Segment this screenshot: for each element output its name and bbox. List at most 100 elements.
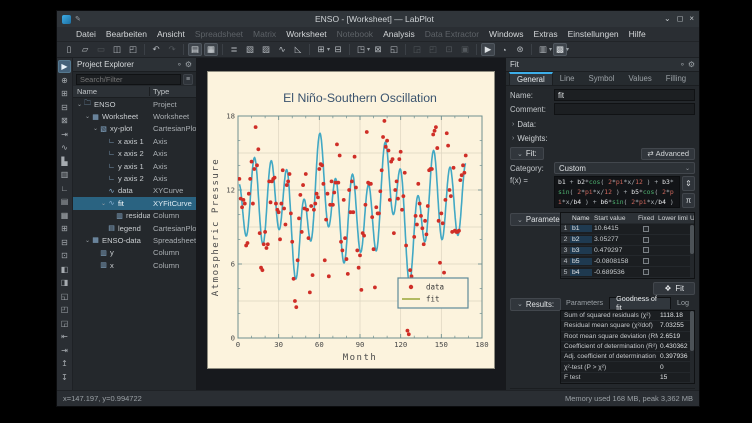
chevron-down-icon[interactable]: ⌄ bbox=[84, 113, 91, 120]
add-textlabel-icon[interactable]: ▦ bbox=[58, 209, 71, 222]
goodness-of-fit-table[interactable]: Sum of squared residuals (χ²)1118.18Resi… bbox=[560, 310, 695, 384]
comment-field[interactable] bbox=[554, 103, 695, 115]
zoom-fit-x-icon[interactable]: ◧ bbox=[58, 263, 71, 276]
add-xy-curve-icon[interactable]: ∿ bbox=[58, 141, 71, 154]
zoom-in-combo-icon[interactable]: ⊞ bbox=[314, 43, 328, 56]
filter-options-button[interactable]: ≡ bbox=[183, 74, 193, 85]
shift-up-icon[interactable]: ↥ bbox=[58, 357, 71, 370]
grid-icon[interactable]: ⊠ bbox=[371, 43, 385, 56]
tab-filling[interactable]: Filling bbox=[659, 72, 693, 85]
advanced-button[interactable]: ⇄ Advanced bbox=[641, 148, 695, 160]
menu-bearbeiten[interactable]: Bearbeiten bbox=[101, 29, 152, 39]
chevron-down-icon[interactable]: ⌄ bbox=[84, 237, 91, 244]
crosshair-icon[interactable]: ⊕ bbox=[58, 74, 71, 87]
export-icon[interactable]: ◰ bbox=[126, 43, 140, 56]
parameter-start-value[interactable]: -0.0808158 bbox=[592, 258, 636, 265]
parameter-name[interactable]: b3 bbox=[570, 247, 592, 254]
auto-scale-x-icon[interactable]: ◰ bbox=[58, 303, 71, 316]
run-fit-button[interactable]: ❖ Fit bbox=[653, 282, 695, 295]
parameter-name[interactable]: b4 bbox=[570, 269, 592, 276]
worksheet-sheet[interactable]: 0306090120150180061218El Niño-Southern O… bbox=[207, 71, 495, 369]
menu-hilfe[interactable]: Hilfe bbox=[624, 29, 651, 39]
auto-scale-icon[interactable]: ◱ bbox=[58, 290, 71, 303]
chevron-down-icon[interactable]: ▾ bbox=[367, 46, 370, 53]
zoom-out-icon[interactable]: ⊟ bbox=[58, 236, 71, 249]
fit-section-toggle[interactable]: ⌄ Fit: bbox=[510, 147, 544, 160]
shift-left-icon[interactable]: ⇤ bbox=[58, 330, 71, 343]
tree-item-legend[interactable]: ▤legendCartesianPlotLegend bbox=[73, 222, 196, 234]
zoom-fit-icon[interactable]: ⊡ bbox=[58, 249, 71, 262]
maximize-button[interactable]: ◻ bbox=[677, 14, 684, 24]
name-field[interactable] bbox=[554, 89, 695, 101]
shift-down-icon[interactable]: ↧ bbox=[58, 371, 71, 384]
minimize-button[interactable]: ⌄ bbox=[664, 14, 671, 24]
menu-windows[interactable]: Windows bbox=[484, 29, 528, 39]
tree-item-fit[interactable]: ⌄∿fitXYFitCurve bbox=[73, 197, 196, 209]
add-boxplot-icon[interactable]: ▥ bbox=[58, 168, 71, 181]
xy-plot[interactable]: 0306090120150180061218El Niño-Southern O… bbox=[208, 72, 494, 368]
close-button[interactable]: × bbox=[689, 14, 694, 24]
shift-right-icon[interactable]: ⇥ bbox=[58, 344, 71, 357]
menu-einstellungen[interactable]: Einstellungen bbox=[563, 29, 624, 39]
parameter-row-b2[interactable]: 2b23.05277 bbox=[561, 235, 694, 246]
add-info-icon[interactable]: ◺ bbox=[291, 43, 305, 56]
fixed-checkbox[interactable] bbox=[643, 258, 649, 264]
parameter-row-b1[interactable]: 1b110.6415 bbox=[561, 224, 694, 235]
chevron-down-icon[interactable]: ▾ bbox=[566, 46, 569, 53]
zoom-in-icon[interactable]: ⊞ bbox=[58, 222, 71, 235]
worksheet-view[interactable]: 0306090120150180061218El Niño-Southern O… bbox=[197, 58, 505, 390]
tree-item-x-axis-2[interactable]: ∟x axis 2Axis bbox=[73, 148, 196, 160]
tab-general[interactable]: General bbox=[509, 72, 553, 85]
cursor-tool-icon[interactable]: ⇥ bbox=[58, 128, 71, 141]
parameter-row-b4[interactable]: 5b4-0.689536 bbox=[561, 267, 694, 278]
chevron-down-icon[interactable]: ▾ bbox=[327, 46, 330, 53]
category-select[interactable]: Custom ⌄ bbox=[554, 162, 695, 174]
new-project-icon[interactable]: ▯ bbox=[62, 43, 76, 56]
zoom-x-select-icon[interactable]: ⊟ bbox=[58, 101, 71, 114]
chevron-down-icon[interactable]: ⌄ bbox=[92, 125, 99, 132]
results-section-toggle[interactable]: ⌄ Results: bbox=[510, 298, 561, 311]
chevron-down-icon[interactable]: ⌄ bbox=[76, 101, 83, 108]
search-input[interactable] bbox=[76, 74, 181, 85]
chevron-down-icon[interactable]: ⌄ bbox=[100, 200, 107, 207]
zoom-select-icon[interactable]: ⊞ bbox=[58, 87, 71, 100]
zoom-y-select-icon[interactable]: ⊠ bbox=[58, 114, 71, 127]
results-tab-parameters[interactable]: Parameters bbox=[560, 297, 609, 309]
color-scheme-combo-icon[interactable]: ▩ bbox=[553, 43, 567, 56]
parameter-row-b3[interactable]: 3b30.479297 bbox=[561, 246, 694, 257]
add-text-icon[interactable]: ▨ bbox=[259, 43, 273, 56]
pan-mode-icon[interactable]: ▦ bbox=[204, 43, 218, 56]
tree-item-x-axis-1[interactable]: ∟x axis 1Axis bbox=[73, 135, 196, 147]
formula-editor[interactable]: b1 + b2*cos( 2*pi*x/12 ) + b3*sin( 2*pi*… bbox=[554, 176, 680, 208]
theme-combo-icon[interactable]: ▥ bbox=[536, 43, 550, 56]
menu-analysis[interactable]: Analysis bbox=[378, 29, 420, 39]
settings-icon[interactable]: ⊛ bbox=[513, 43, 527, 56]
fixed-checkbox[interactable] bbox=[643, 269, 649, 275]
tree-item-y-axis-1[interactable]: ∟y axis 1Axis bbox=[73, 160, 196, 172]
add-legend-icon[interactable]: ▤ bbox=[58, 195, 71, 208]
select-mode-icon[interactable]: ▤ bbox=[188, 43, 202, 56]
tree-item-x[interactable]: ▥xColumn bbox=[73, 259, 196, 271]
menu-ansicht[interactable]: Ansicht bbox=[152, 29, 190, 39]
tree-item-y-axis-2[interactable]: ∟y axis 2Axis bbox=[73, 172, 196, 184]
results-tab-log[interactable]: Log bbox=[671, 297, 695, 309]
undo-icon[interactable]: ↶ bbox=[149, 43, 163, 56]
dock-menu-icon[interactable]: ⚙ bbox=[185, 60, 192, 69]
weights-section-toggle[interactable]: › Weights: bbox=[512, 133, 695, 144]
tree-item-xy-plot[interactable]: ⌄▧xy-plotCartesianPlot bbox=[73, 123, 196, 135]
add-plot-icon[interactable]: ≣ bbox=[227, 43, 241, 56]
fixed-checkbox[interactable] bbox=[643, 226, 649, 232]
parameter-start-value[interactable]: -0.689536 bbox=[592, 269, 636, 276]
fixed-checkbox[interactable] bbox=[643, 247, 649, 253]
parameter-start-value[interactable]: 3.05277 bbox=[592, 236, 636, 243]
tree-item-data[interactable]: ∿dataXYCurve bbox=[73, 185, 196, 197]
tree-item-enso-data[interactable]: ⌄▦ENSO-dataSpreadsheet bbox=[73, 234, 196, 246]
add-histogram-icon[interactable]: ▙ bbox=[58, 155, 71, 168]
add-axis-icon[interactable]: ∟ bbox=[58, 182, 71, 195]
tree-header-name[interactable]: Name bbox=[73, 87, 150, 96]
data-section-toggle[interactable]: › Data: bbox=[512, 119, 695, 130]
dock-close-icon[interactable]: ⚙ bbox=[688, 60, 695, 69]
parameter-name[interactable]: b2 bbox=[570, 236, 592, 243]
tab-line[interactable]: Line bbox=[553, 72, 582, 85]
fixed-checkbox[interactable] bbox=[643, 237, 649, 243]
